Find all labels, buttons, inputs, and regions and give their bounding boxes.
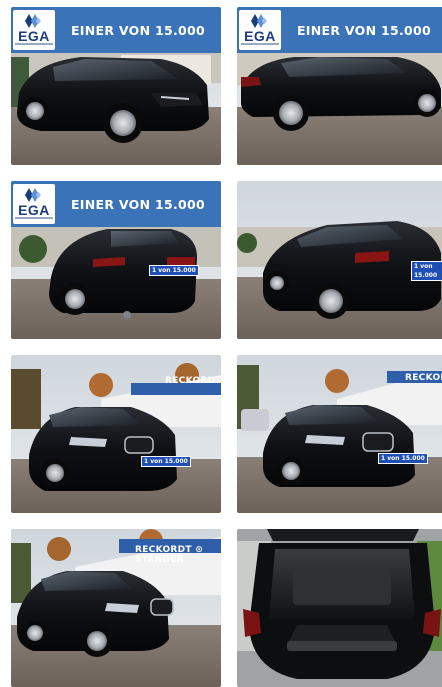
photo-tile-6[interactable]: RECKORDT 1 von 15.000 — [237, 355, 442, 513]
license-plate: 1 von 15.000 — [149, 265, 199, 276]
dealer-sign: RECKORDT — [165, 376, 221, 386]
promo-banner: EGA EINER VON 15.000 — [237, 7, 442, 53]
photo-tile-4[interactable]: 1 von 15.000 — [237, 181, 442, 339]
photo-tile-2[interactable]: EGA EINER VON 15.000 — [237, 7, 442, 165]
car-photo-rear-side — [237, 181, 442, 339]
photo-tile-7[interactable]: RECKORDT ⊙ STÄNDER — [11, 529, 221, 687]
banner-title: EINER VON 15.000 — [70, 22, 206, 38]
dealer-sign: RECKORDT ⊙ STÄNDER — [135, 545, 204, 565]
banner-title: EINER VON 15.000 — [296, 22, 432, 38]
photo-tile-1[interactable]: EGA EINER VON 15.000 — [11, 7, 221, 165]
logo-text: EGA — [18, 28, 50, 44]
ega-logo: EGA — [13, 10, 55, 50]
ega-logo: EGA — [239, 10, 281, 50]
license-plate: 1 von 15.000 — [378, 453, 428, 464]
promo-banner: EGA EINER VON 15.000 — [11, 181, 221, 227]
car-photo-boot-open — [237, 529, 442, 687]
ega-logo: EGA — [13, 184, 55, 224]
logo-text: EGA — [18, 202, 50, 218]
photo-tile-8[interactable] — [237, 529, 442, 687]
promo-banner: EGA EINER VON 15.000 — [11, 7, 221, 53]
logo-text: EGA — [244, 28, 276, 44]
license-plate: 1 von 15.000 — [411, 261, 442, 281]
banner-title: EINER VON 15.000 — [70, 196, 206, 212]
photo-tile-5[interactable]: RECKORDT 1 von 15.000 — [11, 355, 221, 513]
photo-tile-3[interactable]: 1 von 15.000 EGA EINER VON 15.000 — [11, 181, 221, 339]
dealer-sign: RECKORDT — [405, 373, 442, 383]
license-plate: 1 von 15.000 — [141, 456, 191, 467]
